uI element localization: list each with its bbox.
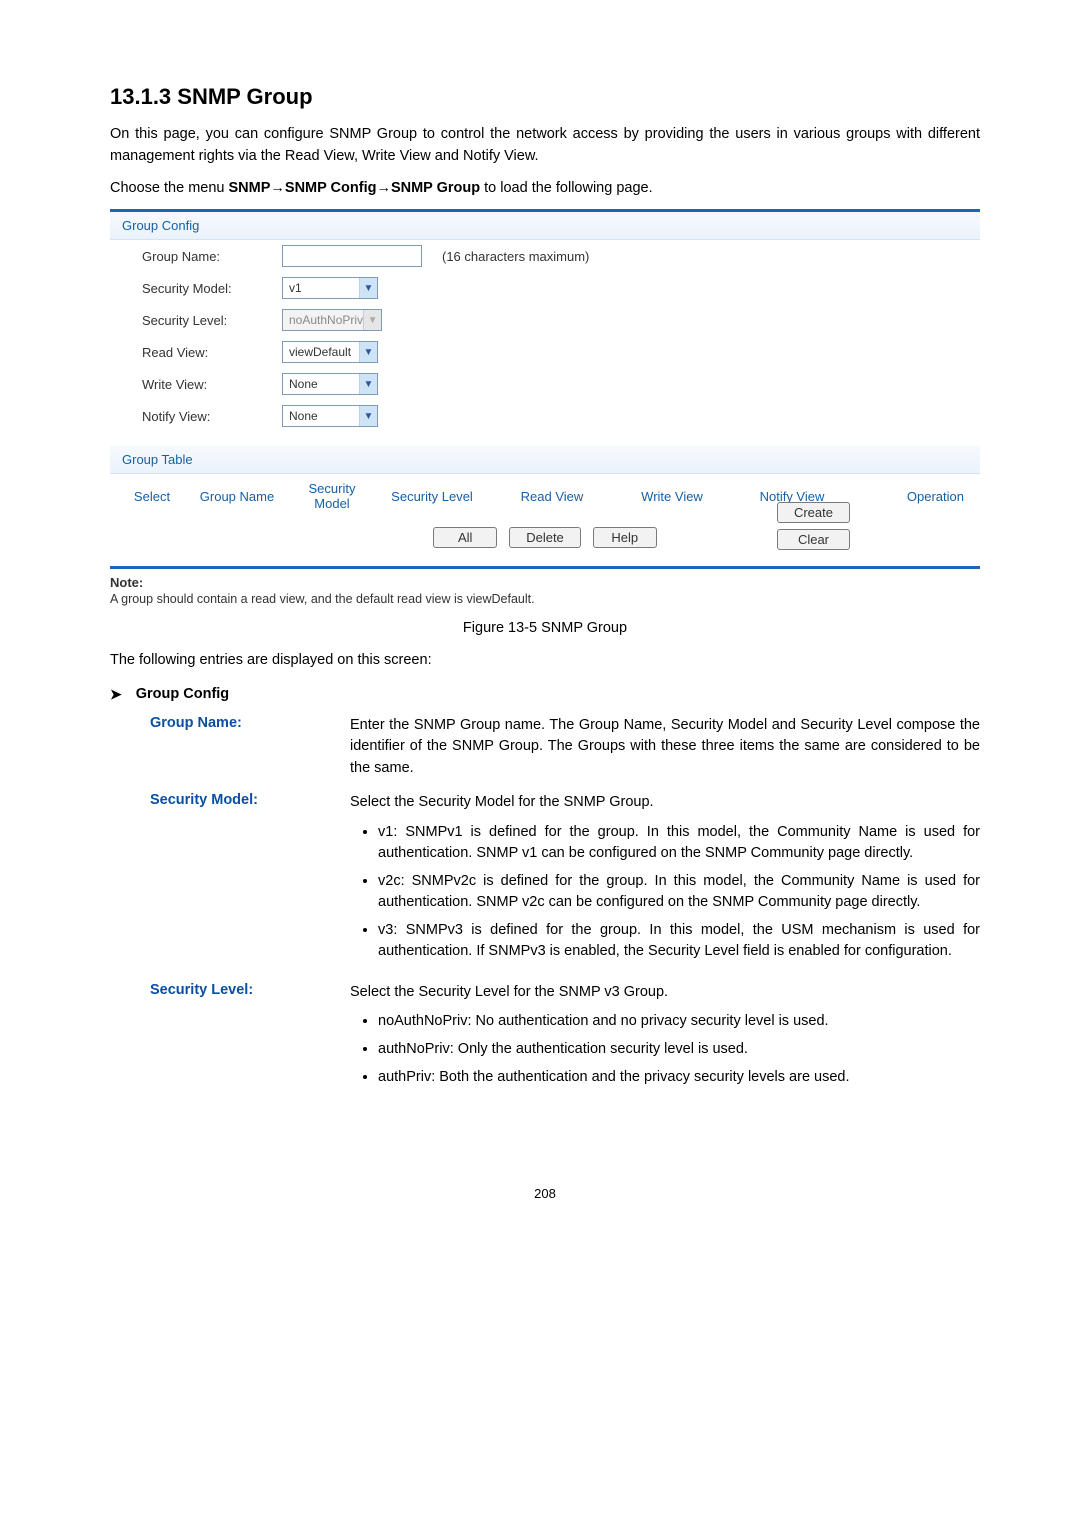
th-operation: Operation [852, 489, 968, 504]
notify-view-label: Notify View: [142, 409, 282, 424]
group-name-label: Group Name: [142, 249, 282, 264]
menu-path-paragraph: Choose the menu SNMP→SNMP Config→SNMP Gr… [110, 178, 980, 200]
group-config-header: Group Config [110, 212, 980, 240]
sec-level-intro: Select the Security Level for the SNMP v… [350, 984, 668, 1000]
section-heading: 13.1.3 SNMP Group [110, 84, 980, 110]
th-read-view: Read View [492, 489, 612, 504]
sec-level-item-authnopriv: authNoPriv: Only the authentication secu… [378, 1039, 980, 1060]
sec-level-item-authpriv: authPriv: Both the authentication and th… [378, 1067, 980, 1088]
security-level-select: noAuthNoPriv ▼ [282, 309, 382, 331]
chevron-down-icon: ▼ [359, 374, 377, 394]
read-view-select[interactable]: viewDefault ▼ [282, 341, 378, 363]
all-button[interactable]: All [433, 527, 497, 548]
def-term-security-model: Security Model: [150, 792, 350, 970]
chevron-down-icon: ▼ [359, 406, 377, 426]
group-name-input[interactable] [282, 245, 422, 267]
write-view-select[interactable]: None ▼ [282, 373, 378, 395]
clear-button[interactable]: Clear [777, 529, 850, 550]
help-button[interactable]: Help [593, 527, 657, 548]
security-model-label: Security Model: [142, 281, 282, 296]
def-desc-security-model: Select the Security Model for the SNMP G… [350, 792, 980, 970]
security-model-value: v1 [289, 281, 302, 295]
read-view-label: Read View: [142, 345, 282, 360]
note-label: Note: [110, 575, 980, 590]
def-desc-security-level: Select the Security Level for the SNMP v… [350, 982, 980, 1097]
group-name-hint: (16 characters maximum) [442, 249, 589, 264]
write-view-label: Write View: [142, 377, 282, 392]
choose-suffix: to load the following page. [480, 180, 653, 196]
security-level-value: noAuthNoPriv [289, 313, 363, 327]
page-number: 208 [110, 1186, 980, 1201]
def-term-security-level: Security Level: [150, 982, 350, 1097]
def-term-group-name: Group Name: [150, 715, 350, 780]
figure-caption: Figure 13-5 SNMP Group [110, 620, 980, 636]
note-text: A group should contain a read view, and … [110, 592, 980, 606]
entries-intro: The following entries are displayed on t… [110, 650, 980, 672]
choose-prefix: Choose the menu [110, 180, 229, 196]
chevron-down-icon: ▼ [359, 278, 377, 298]
def-desc-group-name: Enter the SNMP Group name. The Group Nam… [350, 715, 980, 780]
notify-view-select[interactable]: None ▼ [282, 405, 378, 427]
chevron-right-icon: ➤ [110, 686, 122, 703]
divider [110, 566, 980, 569]
sec-model-item-v1: v1: SNMPv1 is defined for the group. In … [378, 822, 980, 864]
delete-button[interactable]: Delete [509, 527, 581, 548]
security-level-label: Security Level: [142, 313, 282, 328]
chevron-down-icon: ▼ [363, 310, 381, 330]
create-button[interactable]: Create [777, 502, 850, 523]
snmp-group-panel: Group Config Group Name: (16 characters … [110, 209, 980, 606]
sub-heading-text: Group Config [136, 686, 229, 702]
security-model-select[interactable]: v1 ▼ [282, 277, 378, 299]
intro-paragraph: On this page, you can configure SNMP Gro… [110, 124, 980, 168]
th-write-view: Write View [612, 489, 732, 504]
th-security-level: Security Level [372, 489, 492, 504]
chevron-down-icon: ▼ [359, 342, 377, 362]
th-select: Select [122, 489, 182, 504]
sec-model-item-v2c: v2c: SNMPv2c is defined for the group. I… [378, 871, 980, 913]
breadcrumb-bold: SNMP→SNMP Config→SNMP Group [229, 180, 481, 196]
sub-heading-group-config: ➤ Group Config [110, 686, 980, 703]
th-security-model: Security Model [292, 482, 372, 511]
group-table-header: Group Table [110, 446, 980, 474]
th-group-name: Group Name [182, 489, 292, 504]
sec-model-intro: Select the Security Model for the SNMP G… [350, 794, 654, 810]
read-view-value: viewDefault [289, 345, 351, 359]
write-view-value: None [289, 377, 318, 391]
sec-level-item-noauthnopriv: noAuthNoPriv: No authentication and no p… [378, 1011, 980, 1032]
notify-view-value: None [289, 409, 318, 423]
sec-model-item-v3: v3: SNMPv3 is defined for the group. In … [378, 920, 980, 962]
